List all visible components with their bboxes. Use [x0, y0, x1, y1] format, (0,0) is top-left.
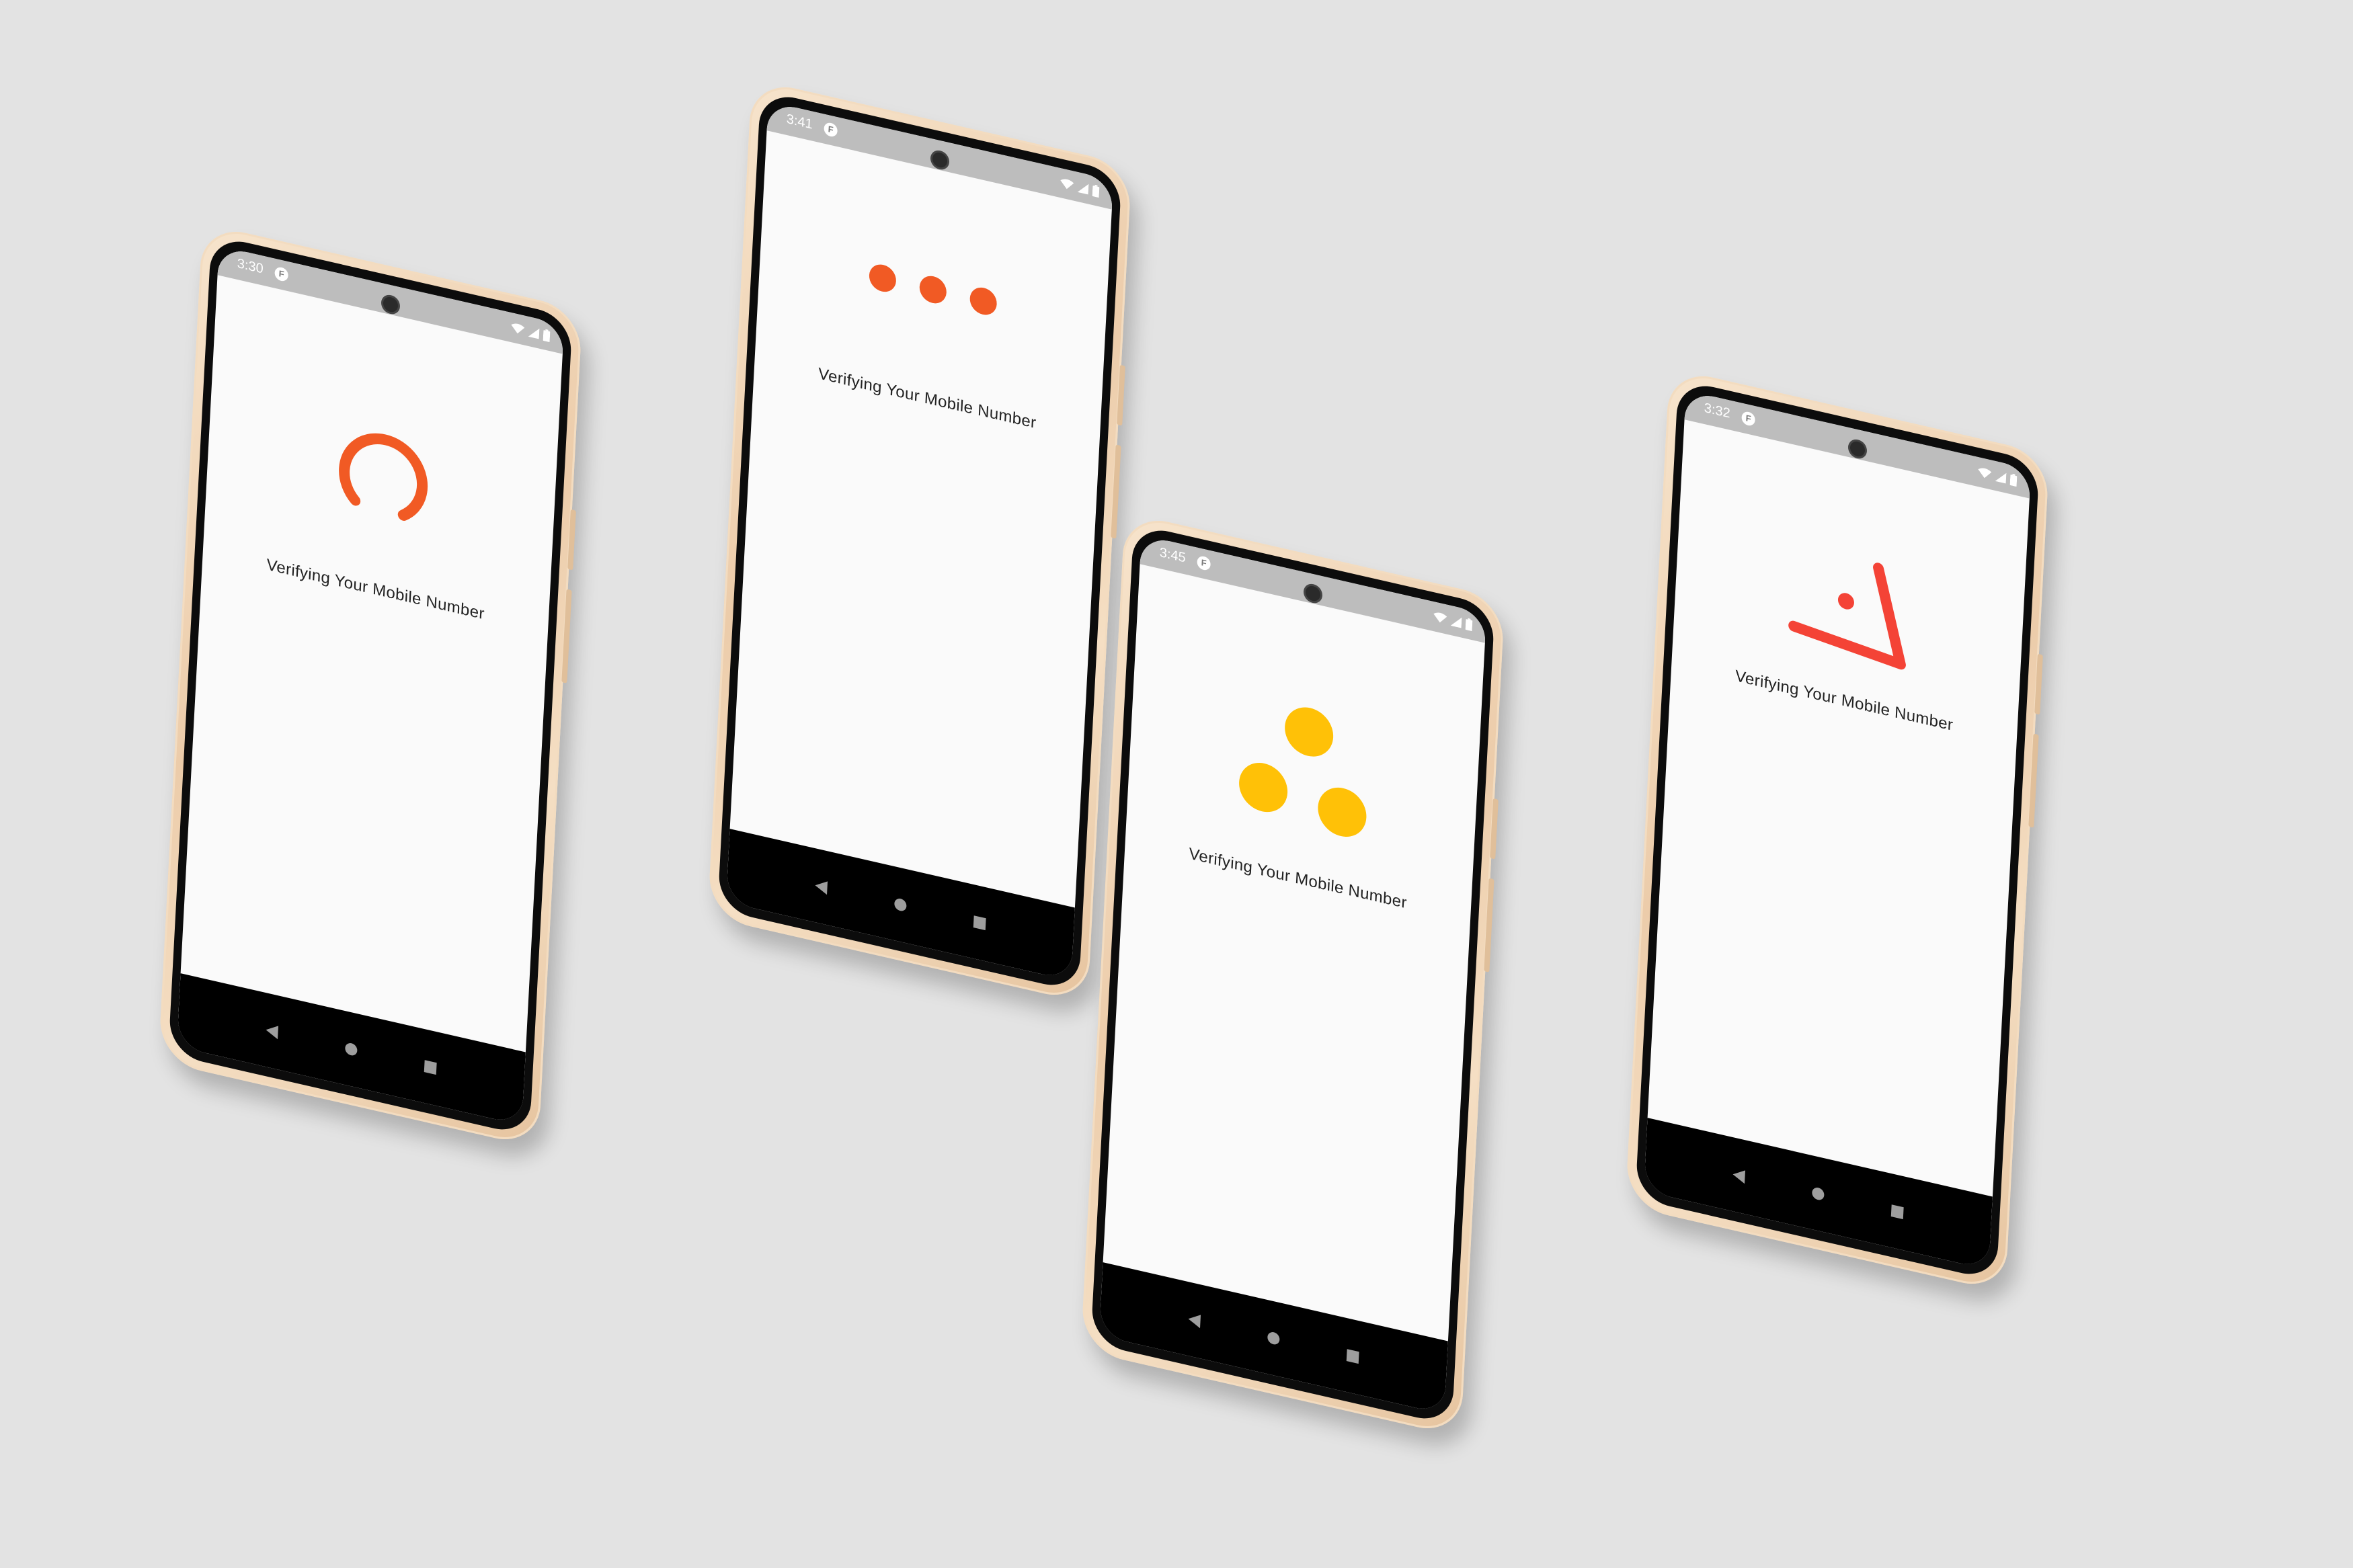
status-icons: [510, 319, 551, 344]
signal-icon: [528, 328, 540, 339]
phone-1: 3:30 F Verifying Your Mobile Number: [158, 223, 583, 1148]
recents-button[interactable]: [416, 1051, 444, 1084]
phone-screen: 3:41 F Verifying Your Mobile Number: [725, 101, 1114, 981]
back-icon: [1732, 1170, 1746, 1184]
mockup-stage: 3:30 F Verifying Your Mobile Number 3:41…: [0, 0, 2353, 1568]
screen-content: Verifying Your Mobile Number: [730, 130, 1112, 907]
recents-icon: [1346, 1349, 1359, 1364]
status-icons: [1060, 175, 1100, 200]
wifi-icon: [1978, 468, 1992, 479]
back-icon: [815, 881, 828, 895]
app-notification-icon: F: [1741, 410, 1756, 427]
home-button[interactable]: [337, 1033, 365, 1066]
home-icon: [1267, 1332, 1280, 1345]
back-button[interactable]: [258, 1015, 286, 1048]
recents-icon: [424, 1060, 437, 1075]
back-button[interactable]: [807, 870, 836, 903]
phone-screen: 3:45 F Verifying Your Mobile Number: [1099, 534, 1487, 1415]
phone-bezel: 3:41 F Verifying Your Mobile Number: [717, 90, 1122, 992]
verifying-message: Verifying Your Mobile Number: [266, 555, 485, 624]
battery-icon: [543, 329, 551, 342]
back-icon: [1188, 1315, 1201, 1329]
status-icons: [1977, 464, 2018, 489]
recents-icon: [1890, 1204, 1904, 1220]
app-notification-icon: F: [1197, 554, 1211, 572]
status-time: 3:45: [1159, 544, 1187, 566]
status-time: 3:32: [1704, 400, 1731, 421]
home-icon: [345, 1043, 358, 1056]
signal-icon: [1450, 617, 1462, 628]
screen-content: Verifying Your Mobile Number: [181, 275, 563, 1052]
recents-button[interactable]: [1339, 1340, 1367, 1373]
phone-bezel: 3:30 F Verifying Your Mobile Number: [168, 235, 573, 1137]
home-icon: [894, 899, 907, 911]
phone-screen: 3:30 F Verifying Your Mobile Number: [176, 245, 565, 1126]
signal-icon: [1995, 472, 2007, 484]
phone-bezel: 3:32 F Verifying Your Mobile Number: [1635, 379, 2040, 1281]
home-icon: [1812, 1188, 1825, 1200]
phone-bezel: 3:45 F Verifying Your Mobile Number: [1090, 524, 1495, 1426]
app-notification-icon: F: [824, 121, 838, 138]
check-arrow-loader-icon: [1788, 563, 1906, 670]
wifi-icon: [511, 323, 525, 334]
recents-button[interactable]: [965, 907, 994, 940]
wifi-icon: [1433, 612, 1447, 623]
home-button[interactable]: [1804, 1178, 1832, 1210]
verifying-message: Verifying Your Mobile Number: [1188, 844, 1408, 913]
phone-3: 3:45 F Verifying Your Mobile Number: [1080, 512, 1505, 1437]
arc-spinner-icon: [339, 433, 428, 521]
back-button[interactable]: [1181, 1304, 1209, 1337]
phone-screen: 3:32 F Verifying Your Mobile Number: [1643, 390, 2032, 1270]
verifying-message: Verifying Your Mobile Number: [817, 364, 1037, 433]
triangle-dots-loader-icon: [1239, 707, 1367, 837]
screen-content: Verifying Your Mobile Number: [1648, 419, 2030, 1196]
screen-content: Verifying Your Mobile Number: [1103, 564, 1485, 1341]
status-icons: [1433, 608, 1473, 633]
signal-icon: [1077, 183, 1089, 195]
back-button[interactable]: [1725, 1159, 1753, 1192]
phone-4: 3:32 F Verifying Your Mobile Number: [1625, 368, 2050, 1292]
wifi-icon: [1060, 179, 1074, 190]
status-time: 3:41: [786, 111, 813, 132]
recents-icon: [973, 915, 986, 931]
app-notification-icon: F: [274, 265, 289, 283]
recents-button[interactable]: [1883, 1196, 1911, 1229]
battery-icon: [1092, 184, 1100, 198]
verifying-message: Verifying Your Mobile Number: [1734, 667, 1954, 735]
status-time: 3:30: [237, 255, 264, 277]
battery-icon: [1465, 618, 1473, 631]
phone-2: 3:41 F Verifying Your Mobile Number: [707, 79, 1132, 1003]
back-icon: [266, 1026, 279, 1040]
three-dots-loader-icon: [869, 264, 997, 315]
battery-icon: [2009, 473, 2018, 487]
home-button[interactable]: [886, 889, 914, 921]
home-button[interactable]: [1259, 1322, 1287, 1355]
